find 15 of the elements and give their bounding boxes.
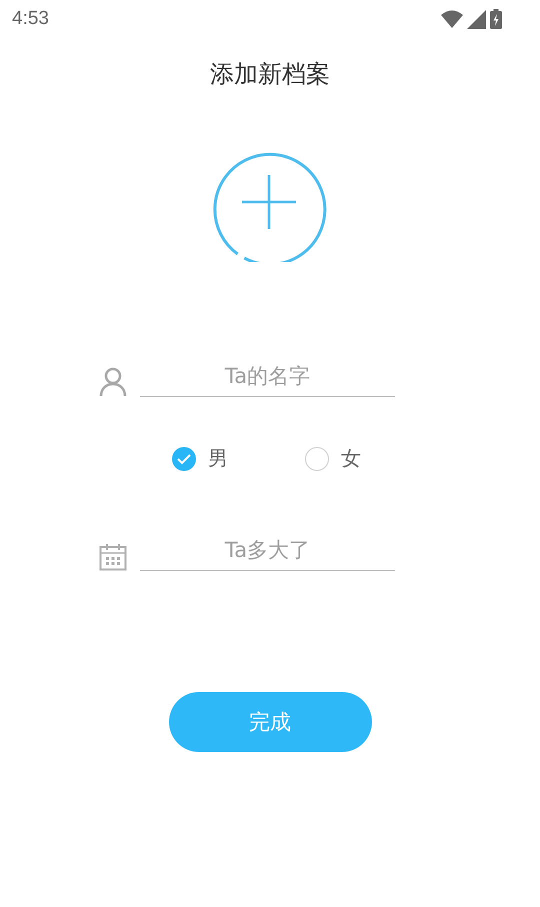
radio-icon[interactable] [305, 446, 329, 470]
gender-option[interactable]: 女 [305, 445, 361, 472]
age-field[interactable]: Ta多大了 [140, 530, 395, 571]
name-field[interactable]: Ta的名字 [140, 356, 395, 397]
gender-label: 女 [341, 445, 361, 472]
person-icon [99, 367, 127, 397]
status-time: 4:53 [12, 8, 49, 30]
checked-radio-icon[interactable] [172, 446, 196, 470]
page-title: 添加新档案 [210, 59, 330, 90]
battery-icon [490, 9, 502, 29]
wifi-icon [441, 10, 463, 28]
signal-icon [467, 10, 486, 28]
calendar-icon [99, 543, 127, 571]
gender-label: 男 [208, 445, 228, 472]
gender-option[interactable]: 男 [172, 445, 228, 472]
